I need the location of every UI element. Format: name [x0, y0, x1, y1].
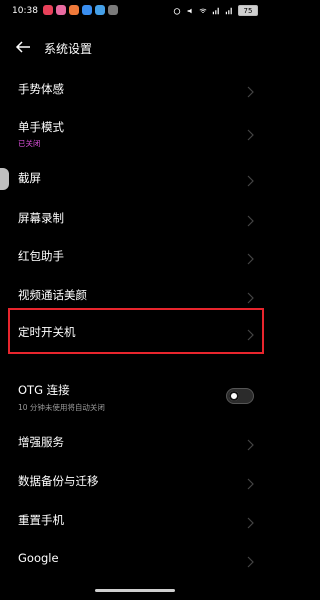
- item-label: 数据备份与迁移: [18, 474, 99, 488]
- app-notification-icon: [56, 5, 66, 15]
- app-notification-icon: [69, 5, 79, 15]
- settings-item-scheduled-power[interactable]: 定时开关机: [0, 321, 270, 343]
- home-indicator[interactable]: [95, 589, 175, 592]
- battery-icon: 75: [238, 5, 258, 16]
- alarm-icon: [173, 7, 181, 15]
- item-label: 红包助手: [18, 249, 64, 263]
- app-notification-icon: [95, 5, 105, 15]
- item-label: 截屏: [18, 171, 41, 185]
- chevron-right-icon: [246, 172, 254, 187]
- app-notification-icon: [43, 5, 53, 15]
- battery-level: 75: [243, 6, 253, 15]
- item-label: 定时开关机: [18, 325, 76, 339]
- settings-item-red-packet[interactable]: 红包助手: [0, 245, 270, 267]
- item-sublabel: 10 分钟未使用将自动关闭: [18, 403, 105, 412]
- chevron-right-icon: [246, 475, 254, 490]
- item-label: 屏幕录制: [18, 211, 64, 225]
- otg-toggle[interactable]: [226, 388, 254, 404]
- chevron-right-icon: [246, 212, 254, 227]
- toggle-knob: [229, 391, 239, 401]
- wifi-icon: [199, 8, 207, 13]
- settings-item-enhanced-service[interactable]: 增强服务: [0, 431, 270, 453]
- item-label: 增强服务: [18, 435, 64, 449]
- item-label: OTG 连接: [18, 383, 70, 397]
- settings-item-backup[interactable]: 数据备份与迁移: [0, 470, 270, 492]
- notification-icons: [43, 5, 118, 15]
- app-notification-icon: [108, 5, 118, 15]
- chevron-right-icon: [246, 83, 254, 98]
- signal-icon: [225, 7, 232, 14]
- chevron-right-icon: [246, 126, 254, 141]
- chevron-right-icon: [246, 250, 254, 265]
- item-sublabel: 已关闭: [18, 139, 41, 148]
- settings-item-one-hand[interactable]: 单手模式 已关闭: [0, 117, 270, 151]
- chevron-right-icon: [246, 436, 254, 451]
- page-title: 系统设置: [44, 42, 93, 56]
- settings-item-video-beauty[interactable]: 视频通话美颜: [0, 284, 270, 306]
- back-arrow-icon[interactable]: [14, 38, 32, 56]
- item-label: 手势体感: [18, 82, 64, 96]
- settings-item-google[interactable]: Google: [0, 548, 270, 570]
- item-label: Google: [18, 551, 59, 565]
- item-label: 视频通话美颜: [18, 288, 87, 302]
- status-time: 10:38: [12, 6, 38, 16]
- mute-icon: [187, 8, 192, 13]
- item-label: 重置手机: [18, 513, 64, 527]
- status-bar: 10:38 75: [0, 0, 270, 24]
- item-label: 单手模式: [18, 120, 64, 134]
- settings-item-gesture[interactable]: 手势体感: [0, 78, 270, 100]
- signal-icon: [212, 7, 219, 14]
- chevron-right-icon: [246, 289, 254, 304]
- settings-item-screen-record[interactable]: 屏幕录制: [0, 207, 270, 229]
- chevron-right-icon: [246, 553, 254, 568]
- settings-item-screenshot[interactable]: 截屏: [0, 167, 270, 189]
- status-right-icons: 75: [173, 5, 258, 16]
- top-bar: 系统设置: [0, 34, 270, 64]
- settings-item-reset[interactable]: 重置手机: [0, 509, 270, 531]
- chevron-right-icon: [246, 326, 254, 341]
- app-notification-icon: [82, 5, 92, 15]
- chevron-right-icon: [246, 514, 254, 529]
